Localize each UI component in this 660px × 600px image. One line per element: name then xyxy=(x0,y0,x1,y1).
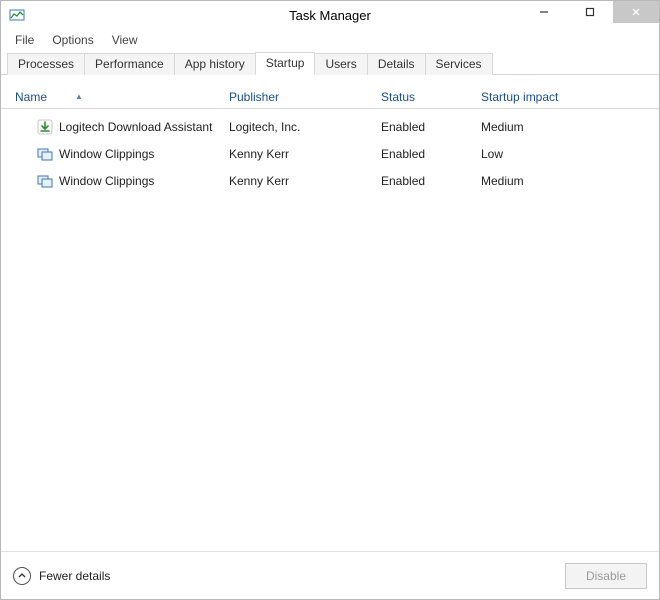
tab-performance[interactable]: Performance xyxy=(84,53,175,75)
app-icon xyxy=(9,7,25,23)
tab-users[interactable]: Users xyxy=(314,53,367,75)
disable-button[interactable]: Disable xyxy=(565,563,647,589)
row-publisher: Kenny Kerr xyxy=(223,174,375,188)
col-header-impact[interactable]: Startup impact xyxy=(475,85,595,108)
menu-view[interactable]: View xyxy=(104,31,146,49)
row-status: Enabled xyxy=(375,174,475,188)
app-icon xyxy=(37,173,53,189)
close-button[interactable] xyxy=(613,1,659,23)
row-status: Enabled xyxy=(375,147,475,161)
column-headers: Name ▲ Publisher Status Startup impact xyxy=(1,75,659,109)
table-row[interactable]: Window Clippings Kenny Kerr Enabled Medi… xyxy=(1,167,659,194)
col-header-status[interactable]: Status xyxy=(375,85,475,108)
col-header-name-label: Name xyxy=(15,90,47,104)
app-icon xyxy=(37,146,53,162)
maximize-button[interactable] xyxy=(567,1,613,23)
table-row[interactable]: Logitech Download Assistant Logitech, In… xyxy=(1,113,659,140)
row-publisher: Logitech, Inc. xyxy=(223,120,375,134)
tab-app-history[interactable]: App history xyxy=(174,53,256,75)
download-icon xyxy=(37,119,53,135)
minimize-button[interactable] xyxy=(521,1,567,23)
menu-file[interactable]: File xyxy=(7,31,42,49)
chevron-up-icon xyxy=(13,567,31,585)
sort-indicator-icon: ▲ xyxy=(75,92,83,101)
task-manager-window: Task Manager File Options View Processes… xyxy=(0,0,660,600)
fewer-details-button[interactable]: Fewer details xyxy=(13,567,110,585)
row-name: Window Clippings xyxy=(59,174,154,188)
tab-startup[interactable]: Startup xyxy=(255,52,316,75)
fewer-details-label: Fewer details xyxy=(39,569,110,583)
row-name: Window Clippings xyxy=(59,147,154,161)
menubar: File Options View xyxy=(1,29,659,51)
row-status: Enabled xyxy=(375,120,475,134)
col-header-name[interactable]: Name ▲ xyxy=(1,85,223,108)
col-header-publisher[interactable]: Publisher xyxy=(223,85,375,108)
tab-processes[interactable]: Processes xyxy=(7,53,85,75)
row-impact: Medium xyxy=(475,174,595,188)
row-impact: Low xyxy=(475,147,595,161)
tab-services[interactable]: Services xyxy=(425,53,493,75)
row-impact: Medium xyxy=(475,120,595,134)
titlebar: Task Manager xyxy=(1,1,659,29)
tabstrip: Processes Performance App history Startu… xyxy=(1,51,659,75)
table-row[interactable]: Window Clippings Kenny Kerr Enabled Low xyxy=(1,140,659,167)
menu-options[interactable]: Options xyxy=(44,31,101,49)
tab-details[interactable]: Details xyxy=(367,53,426,75)
startup-table-body: Logitech Download Assistant Logitech, In… xyxy=(1,109,659,551)
row-name: Logitech Download Assistant xyxy=(59,120,212,134)
bottom-bar: Fewer details Disable xyxy=(1,551,659,599)
window-controls xyxy=(521,1,659,23)
row-publisher: Kenny Kerr xyxy=(223,147,375,161)
